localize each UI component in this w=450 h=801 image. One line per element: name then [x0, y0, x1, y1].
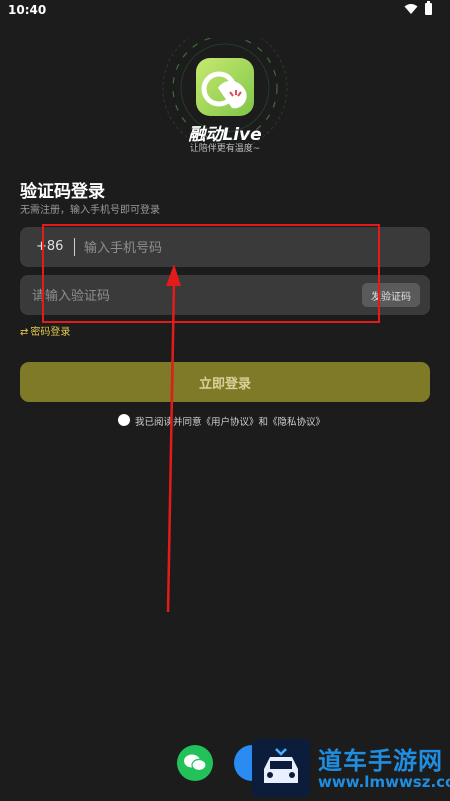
watermark-title: 道车手游网: [318, 747, 443, 775]
watermark-logo: [252, 739, 310, 797]
app-icon-graphic: [201, 71, 247, 109]
login-title: 验证码登录: [20, 182, 105, 202]
status-bar: 10:40: [0, 0, 450, 22]
app-logo-area: 融动Live 让陪伴更有温度~: [160, 38, 300, 160]
login-button[interactable]: 立即登录: [20, 362, 430, 402]
car-logo-icon: [264, 748, 298, 783]
agreement-text[interactable]: 我已阅读并同意《用户协议》和《隐私协议》: [135, 414, 325, 428]
annotation-highlight-box: [42, 224, 380, 323]
app-slogan: 让陪伴更有温度~: [189, 144, 261, 154]
login-subtitle: 无需注册，输入手机号即可登录: [20, 205, 160, 216]
password-login-link[interactable]: ⇄ 密码登录: [20, 323, 70, 338]
watermark-url: www.lmwwsz.com: [318, 773, 450, 791]
battery-icon: [425, 1, 432, 15]
app-icon: [196, 58, 254, 116]
password-login-label: 密码登录: [30, 327, 71, 338]
wechat-glyph: [184, 754, 207, 772]
wechat-login-icon[interactable]: [177, 745, 213, 781]
watermark: 道车手游网 www.lmwwsz.com: [250, 737, 450, 800]
agreement-radio[interactable]: [118, 414, 130, 426]
wifi-icon: [404, 4, 418, 14]
swap-icon: ⇄: [20, 327, 29, 338]
status-time: 10:40: [8, 3, 47, 17]
